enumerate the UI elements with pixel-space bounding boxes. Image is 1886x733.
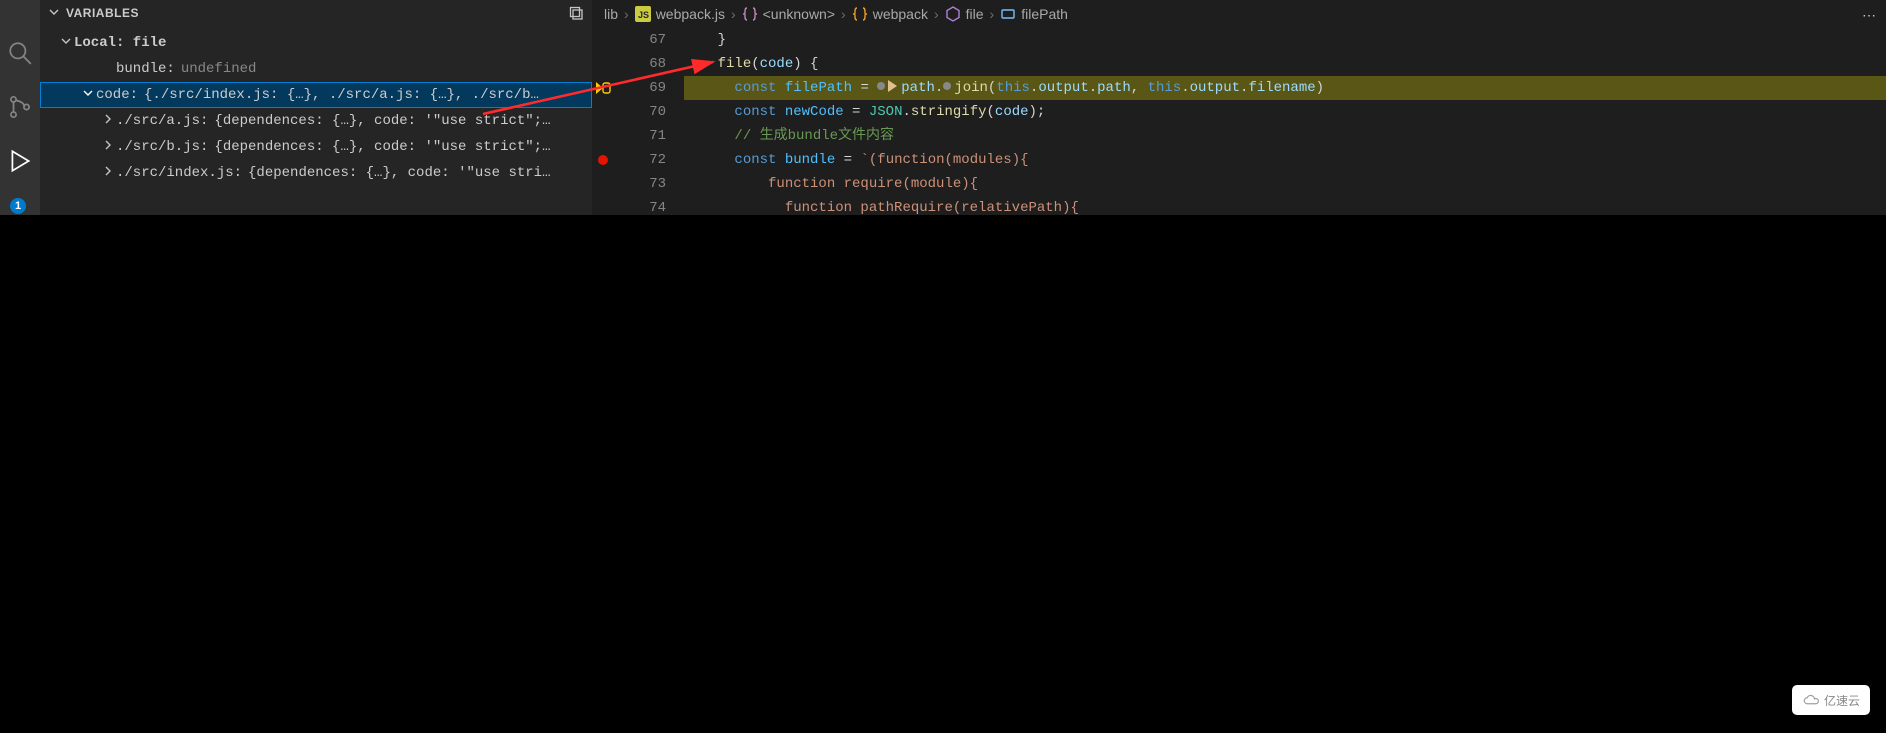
var-name: bundle:	[116, 61, 175, 77]
chevron-down-icon	[80, 87, 96, 104]
code-line[interactable]: function require(module){	[684, 172, 1886, 196]
variables-title: VARIABLES	[66, 6, 139, 20]
chevron-right-icon	[100, 139, 116, 156]
scope-label: Local: file	[74, 35, 166, 51]
more-actions-icon[interactable]: ⋯	[1858, 4, 1880, 26]
breadcrumb-item[interactable]: filePath	[1000, 6, 1068, 22]
inline-value-dot-icon	[943, 82, 951, 90]
variables-header[interactable]: VARIABLES	[40, 0, 592, 26]
code-line-current[interactable]: const filePath = path.join(this.output.p…	[684, 76, 1886, 100]
var-name: ./src/b.js:	[116, 139, 208, 155]
chevron-right-icon: ›	[841, 6, 846, 22]
code-line[interactable]: }	[684, 28, 1886, 52]
chevron-right-icon: ›	[990, 6, 995, 22]
cloud-icon	[1802, 693, 1820, 707]
code-line[interactable]: // 生成bundle文件内容	[684, 124, 1886, 148]
code-lines[interactable]: } file(code) { const filePath = path.joi…	[684, 28, 1886, 215]
empty-area	[0, 215, 1886, 733]
chevron-right-icon: ›	[624, 6, 629, 22]
code-line[interactable]: const newCode = JSON.stringify(code);	[684, 100, 1886, 124]
breadcrumb-item[interactable]: <unknown>	[742, 6, 835, 22]
svg-text:JS: JS	[638, 10, 649, 20]
breadcrumb-item[interactable]: lib	[604, 6, 618, 22]
watermark-text: 亿速云	[1824, 692, 1860, 709]
var-name: code:	[96, 87, 138, 103]
var-name: ./src/a.js:	[116, 113, 208, 129]
watermark: 亿速云	[1792, 685, 1870, 715]
namespace-icon	[742, 6, 758, 22]
breadcrumbs[interactable]: lib › JS webpack.js › <unknown> › webpac…	[592, 0, 1886, 28]
variables-tree: Local: file bundle: undefined code: {./s…	[40, 26, 592, 186]
var-value: {dependences: {…}, code: '"use stri…	[248, 165, 550, 181]
scope-row[interactable]: Local: file	[40, 30, 592, 56]
var-value: {dependences: {…}, code: '"use strict";…	[214, 139, 550, 155]
var-row-index[interactable]: ./src/index.js: {dependences: {…}, code:…	[40, 160, 592, 186]
inline-play-icon	[888, 80, 897, 92]
var-row-b[interactable]: ./src/b.js: {dependences: {…}, code: '"u…	[40, 134, 592, 160]
breadcrumb-item[interactable]: webpack	[852, 6, 928, 22]
debug-badge: 1	[10, 198, 26, 214]
search-icon[interactable]	[7, 40, 33, 66]
chevron-right-icon: ›	[934, 6, 939, 22]
chevron-right-icon	[100, 165, 116, 182]
var-name: ./src/index.js:	[116, 165, 242, 181]
method-icon	[945, 6, 961, 22]
chevron-right-icon	[100, 113, 116, 130]
code-line[interactable]: const bundle = `(function(modules){	[684, 148, 1886, 172]
run-debug-icon[interactable]	[7, 148, 33, 174]
var-value: {dependences: {…}, code: '"use strict";…	[214, 113, 550, 129]
breadcrumb-item[interactable]: JS webpack.js	[635, 6, 725, 22]
chevron-right-icon: ›	[731, 6, 736, 22]
var-row-code[interactable]: code: {./src/index.js: {…}, ./src/a.js: …	[40, 82, 592, 108]
chevron-down-icon	[58, 35, 74, 52]
var-row-a[interactable]: ./src/a.js: {dependences: {…}, code: '"u…	[40, 108, 592, 134]
var-row-bundle[interactable]: bundle: undefined	[40, 56, 592, 82]
js-file-icon: JS	[635, 6, 651, 22]
breadcrumb-item[interactable]: file	[945, 6, 984, 22]
code-area[interactable]: 67 68 69 70 71 72 73 74 } file(code) { c…	[592, 28, 1886, 215]
field-icon	[1000, 6, 1016, 22]
line-gutter: 67 68 69 70 71 72 73 74	[592, 28, 684, 215]
variables-panel: VARIABLES Local: file bundle: undefined …	[40, 0, 592, 215]
code-line[interactable]: file(code) {	[684, 52, 1886, 76]
breakpoint-icon[interactable]	[598, 155, 608, 165]
inline-value-dot-icon	[877, 82, 885, 90]
current-exec-icon	[594, 80, 612, 96]
var-value: undefined	[181, 61, 257, 77]
collapse-all-icon[interactable]	[568, 5, 584, 21]
var-value: {./src/index.js: {…}, ./src/a.js: {…}, .…	[144, 87, 539, 103]
editor-pane: lib › JS webpack.js › <unknown> › webpac…	[592, 0, 1886, 215]
chevron-down-icon	[48, 6, 60, 21]
source-control-icon[interactable]	[7, 94, 33, 120]
activity-bar: 1	[0, 0, 40, 215]
class-icon	[852, 6, 868, 22]
